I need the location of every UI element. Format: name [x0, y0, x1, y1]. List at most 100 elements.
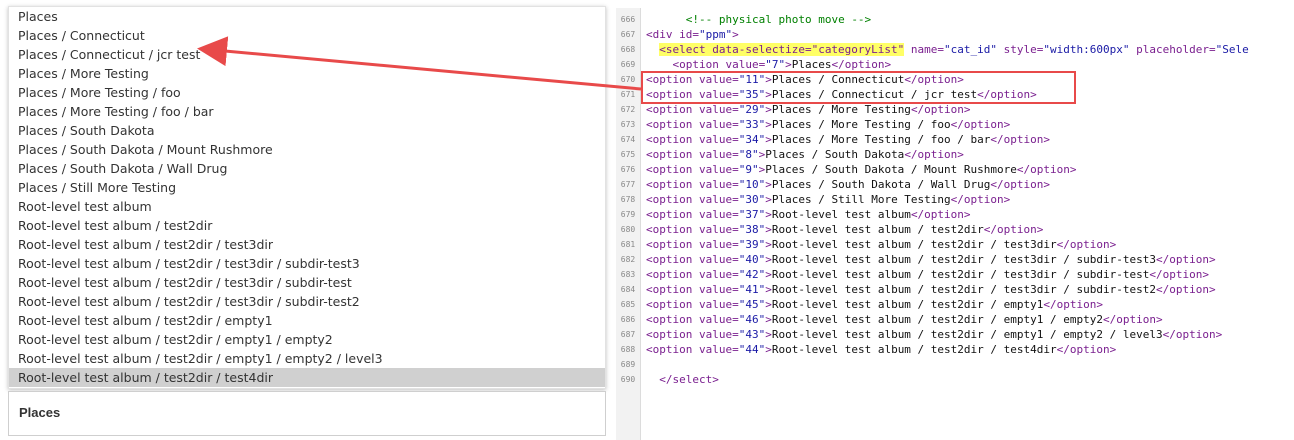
code-text: <option value="43">Root-level test album…: [646, 327, 1222, 342]
dropdown-option[interactable]: Places / South Dakota / Wall Drug: [9, 159, 605, 178]
line-number: 679: [620, 210, 636, 219]
line-number: 690: [620, 375, 636, 384]
code-token: </option>: [831, 58, 892, 71]
code-token: "ppm": [699, 28, 733, 41]
dropdown-option[interactable]: Root-level test album / test2dir / empty…: [9, 330, 605, 349]
code-token: Places / South Dakota: [765, 148, 905, 161]
code-token: >: [765, 178, 772, 191]
code-token: Root-level test album / test2dir / test3…: [771, 268, 1150, 281]
category-dropdown-list[interactable]: Places Places / Connecticut Places / Conne…: [8, 6, 606, 389]
dropdown-option[interactable]: Places / More Testing / foo: [9, 83, 605, 102]
code-token: "38": [738, 223, 766, 236]
code-token: Root-level test album / test2dir / test3…: [771, 238, 1057, 251]
code-token: >: [765, 73, 772, 86]
code-line: 689: [616, 357, 1294, 372]
code-token: </option>: [1056, 343, 1117, 356]
dropdown-option[interactable]: Places / South Dakota / Mount Rushmore: [9, 140, 605, 159]
dropdown-option[interactable]: Root-level test album / test2dir / test3…: [9, 292, 605, 311]
code-token: id=: [679, 28, 699, 41]
dropdown-option[interactable]: Root-level test album / test2dir / empty…: [9, 349, 605, 368]
code-token: "9": [738, 163, 759, 176]
code-token: Root-level test album / test2dir / empty…: [771, 328, 1163, 341]
code-line: 669 <option value="7">Places</option>: [616, 57, 1294, 72]
code-token: </option>: [910, 208, 971, 221]
code-line: 690 </select>: [616, 372, 1294, 387]
code-token: </option>: [977, 88, 1037, 101]
category-select-input[interactable]: Places: [8, 391, 606, 436]
dropdown-option[interactable]: Root-level test album / test2dir / test3…: [9, 235, 605, 254]
line-number: 674: [620, 135, 636, 144]
line-number: 677: [620, 180, 636, 189]
code-token: </option>: [910, 103, 971, 116]
line-number: 687: [620, 330, 636, 339]
code-token: </option>: [904, 73, 964, 86]
code-token: <option: [646, 163, 699, 176]
line-number: 684: [620, 285, 636, 294]
code-text: <option value="39">Root-level test album…: [646, 237, 1116, 252]
code-token: <option: [646, 73, 699, 86]
code-token: </option>: [1043, 298, 1103, 311]
code-token: placeholder=: [1129, 43, 1216, 56]
line-number: 683: [620, 270, 636, 279]
code-line: 681 <option value="39">Root-level test al…: [616, 237, 1294, 252]
dropdown-option[interactable]: Root-level test album: [9, 197, 605, 216]
code-token: "30": [738, 193, 766, 206]
dropdown-option[interactable]: Places / Connecticut: [9, 26, 605, 45]
line-number: 669: [620, 60, 636, 69]
code-token: "44": [738, 343, 766, 356]
dropdown-option[interactable]: Root-level test album / test2dir / test4…: [9, 368, 605, 387]
dropdown-option[interactable]: Places: [9, 7, 605, 26]
code-token: Root-level test album / test2dir / empty…: [771, 313, 1103, 326]
dropdown-option[interactable]: Root-level test album / test2dir: [9, 216, 605, 235]
code-token: <option: [646, 193, 699, 206]
line-number: 675: [620, 150, 636, 159]
code-token: >: [765, 313, 772, 326]
dropdown-option[interactable]: Root-level test album / test2dir / empty…: [9, 311, 605, 330]
line-number: 681: [620, 240, 636, 249]
code-token: </option>: [990, 178, 1051, 191]
code-token: value=: [698, 88, 739, 101]
dropdown-option[interactable]: Places / South Dakota: [9, 121, 605, 140]
code-line: 684 <option value="41">Root-level test al…: [616, 282, 1294, 297]
code-token: "43": [738, 328, 766, 341]
code-line: 675 <option value="8">Places / South Dako…: [616, 147, 1294, 162]
code-token: Places / Connecticut / jcr test: [771, 88, 978, 101]
code-token: <option: [646, 208, 699, 221]
code-line: 685 <option value="45">Root-level test al…: [616, 297, 1294, 312]
code-token: </option>: [1016, 163, 1077, 176]
line-number: 685: [620, 300, 636, 309]
code-token: <option: [646, 178, 699, 191]
code-token: >: [765, 298, 772, 311]
code-text: <option value="11">Places / Connecticut<…: [646, 72, 964, 87]
code-line: 670 <option value="11">Places / Connectic…: [616, 72, 1294, 87]
dropdown-option[interactable]: Root-level test album / test2dir / test3…: [9, 273, 605, 292]
code-text: <option value="45">Root-level test album…: [646, 297, 1103, 312]
code-token: <option: [646, 253, 699, 266]
code-token: value=: [698, 133, 739, 146]
line-number: 688: [620, 345, 636, 354]
code-token: Places: [791, 58, 832, 71]
code-text: <option value="33">Places / More Testing…: [646, 117, 1010, 132]
code-token: "39": [738, 238, 766, 251]
code-token: >: [765, 88, 772, 101]
dropdown-option[interactable]: Places / More Testing / foo / bar: [9, 102, 605, 121]
line-number: 682: [620, 255, 636, 264]
code-token: </option>: [1155, 283, 1216, 296]
code-token: </option>: [1056, 238, 1117, 251]
dropdown-option[interactable]: Places / Connecticut / jcr test: [9, 45, 605, 64]
code-token: >: [765, 118, 772, 131]
code-token: </select>: [659, 373, 719, 386]
code-token: </option>: [904, 148, 964, 161]
dropdown-option[interactable]: Places / Still More Testing: [9, 178, 605, 197]
code-token: style=: [997, 43, 1044, 56]
line-number: 676: [620, 165, 636, 174]
dropdown-option[interactable]: Places / More Testing: [9, 64, 605, 83]
code-line: 672 <option value="29">Places / More Test…: [616, 102, 1294, 117]
code-text: <option value="7">Places</option>: [646, 57, 892, 72]
code-text: <option value="34">Places / More Testing…: [646, 132, 1050, 147]
code-text: <option value="37">Root-level test album…: [646, 207, 971, 222]
dropdown-option[interactable]: Root-level test album / test2dir / test3…: [9, 254, 605, 273]
code-token: name=: [904, 43, 945, 56]
code-line: 678 <option value="30">Places / Still Mor…: [616, 192, 1294, 207]
